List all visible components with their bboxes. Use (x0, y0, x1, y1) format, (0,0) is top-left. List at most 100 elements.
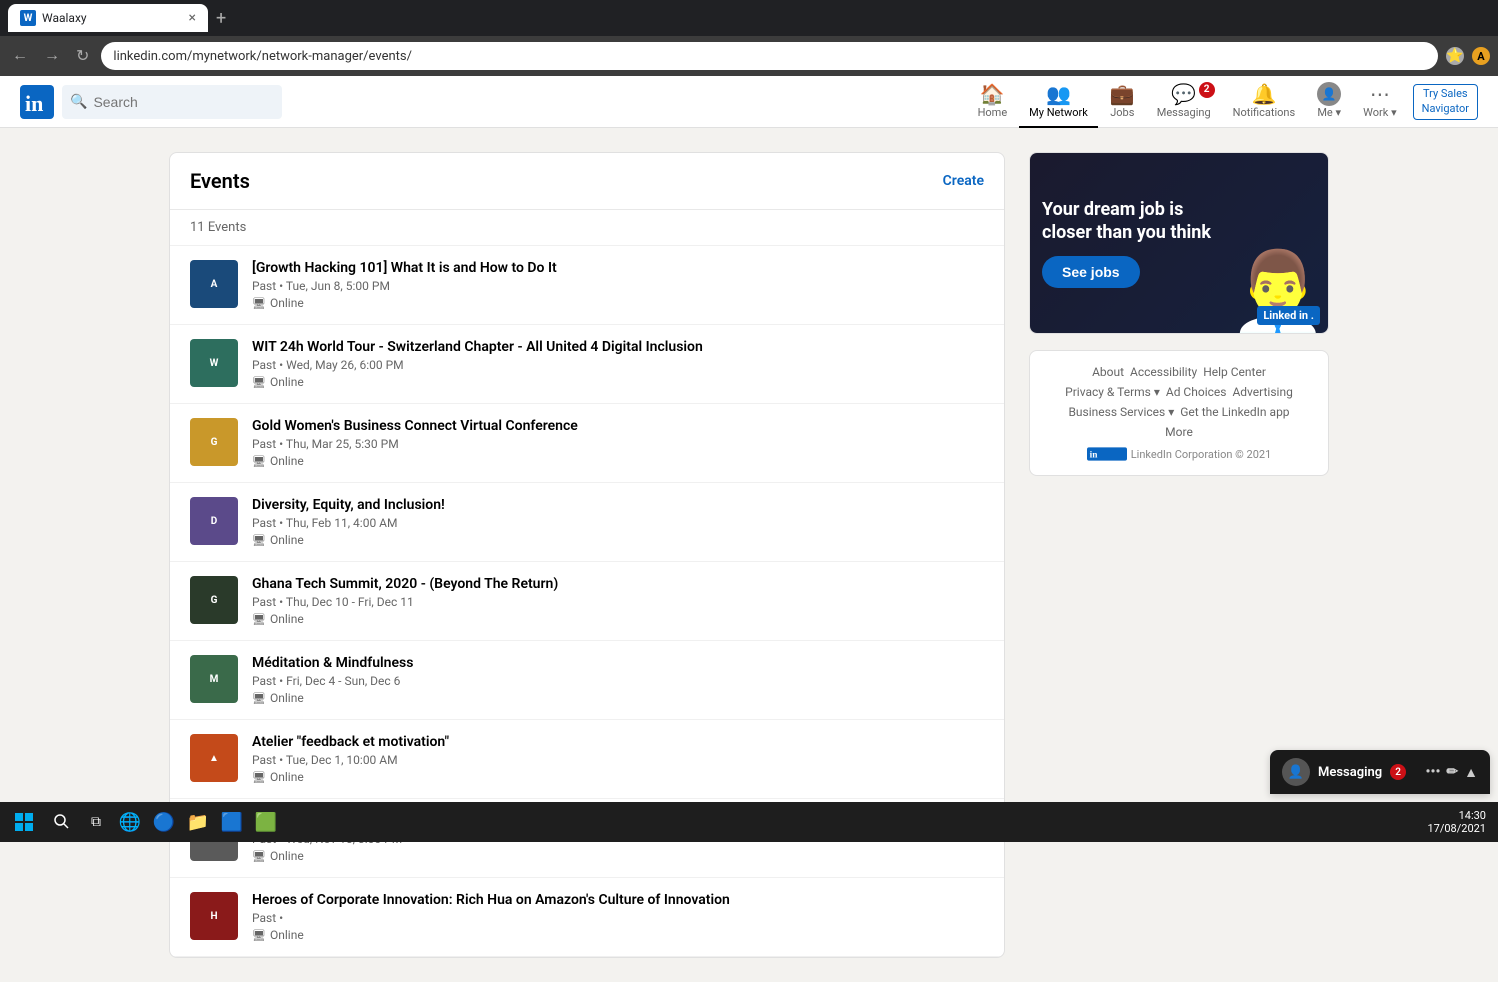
online-icon: 🖥 (252, 692, 266, 705)
event-info: Méditation & Mindfulness Past • Fri, Dec… (252, 655, 984, 705)
footer-accessibility[interactable]: Accessibility (1130, 365, 1197, 379)
nav-me[interactable]: 👤 Me ▾ (1307, 76, 1351, 128)
new-tab-button[interactable]: + (216, 8, 226, 29)
messaging-avatar: 👤 (1282, 758, 1310, 786)
footer-privacy[interactable]: Privacy & Terms ▾ (1065, 385, 1160, 399)
browser-tab[interactable]: W Waalaxy × (8, 4, 208, 32)
event-title: Diversity, Equity, and Inclusion! (252, 497, 984, 513)
ad-banner[interactable]: Your dream job is closer than you think … (1030, 153, 1328, 333)
location-text: Online (270, 454, 304, 468)
event-thumb-text: W (190, 339, 238, 387)
event-item[interactable]: G Gold Women's Business Connect Virtual … (170, 404, 1004, 483)
footer-about[interactable]: About (1092, 365, 1124, 379)
jobs-icon: 💼 (1110, 82, 1135, 106)
event-thumbnail: M (190, 655, 238, 703)
nav-jobs-label: Jobs (1110, 106, 1134, 119)
event-info: WIT 24h World Tour - Switzerland Chapter… (252, 339, 984, 389)
search-bar[interactable]: 🔍 (62, 85, 282, 119)
profile-icon[interactable]: A (1472, 47, 1490, 65)
messaging-widget-badge: 2 (1390, 764, 1406, 780)
nav-work[interactable]: ⋯ Work ▾ (1353, 76, 1406, 128)
linkedin-logo[interactable]: in (20, 85, 54, 119)
online-icon: 🖥 (252, 771, 266, 784)
nav-notifications-label: Notifications (1233, 106, 1296, 119)
notifications-icon: 🔔 (1251, 82, 1276, 106)
event-location: 🖥 Online (252, 928, 984, 942)
event-item[interactable]: W WIT 24h World Tour - Switzerland Chapt… (170, 325, 1004, 404)
footer-help-center[interactable]: Help Center (1203, 365, 1266, 379)
event-info: [Growth Hacking 101] What It is and How … (252, 260, 984, 310)
start-button[interactable] (4, 806, 44, 838)
nav-my-network-label: My Network (1029, 106, 1088, 119)
event-item[interactable]: M Méditation & Mindfulness Past • Fri, D… (170, 641, 1004, 720)
footer-business-services[interactable]: Business Services ▾ (1068, 405, 1174, 419)
taskbar-chrome[interactable]: 🌐 (114, 806, 146, 838)
footer-copyright: in LinkedIn Corporation © 2021 (1044, 447, 1314, 461)
event-date: Past • Fri, Dec 4 - Sun, Dec 6 (252, 674, 984, 688)
event-thumbnail: G (190, 418, 238, 466)
event-date: Past • (252, 911, 984, 925)
event-item[interactable]: ▲ Atelier "feedback et motivation" Past … (170, 720, 1004, 799)
location-text: Online (270, 533, 304, 547)
footer-advertising[interactable]: Advertising (1232, 385, 1292, 399)
address-bar[interactable]: linkedin.com/mynetwork/network-manager/e… (101, 42, 1438, 70)
create-event-button[interactable]: Create (943, 173, 984, 189)
try-sales-navigator[interactable]: Try SalesNavigator (1413, 84, 1478, 120)
event-thumbnail: G (190, 576, 238, 624)
event-info: Ghana Tech Summit, 2020 - (Beyond The Re… (252, 576, 984, 626)
event-thumbnail: A (190, 260, 238, 308)
event-thumb-text: H (190, 892, 238, 940)
messaging-new-button[interactable]: ✏ (1446, 764, 1458, 781)
event-thumb-text: ▲ (190, 734, 238, 782)
messaging-minimize-button[interactable]: ▲ (1464, 764, 1478, 781)
messaging-dots-button[interactable]: ••• (1426, 764, 1441, 781)
back-button[interactable]: ← (8, 43, 32, 69)
taskbar-app1[interactable]: 🟦 (216, 806, 248, 838)
footer-ad-choices[interactable]: Ad Choices (1166, 385, 1227, 399)
taskbar-task-view[interactable]: ⧉ (80, 806, 112, 838)
event-thumb-text: G (190, 576, 238, 624)
footer-get-app[interactable]: Get the LinkedIn app (1180, 405, 1289, 419)
ad-card: Your dream job is closer than you think … (1029, 152, 1329, 334)
event-item[interactable]: D Diversity, Equity, and Inclusion! Past… (170, 483, 1004, 562)
browser-chrome: W Waalaxy × + (0, 0, 1498, 36)
nav-messaging[interactable]: 💬 Messaging 2 (1147, 76, 1221, 128)
taskbar-app2[interactable]: 🟩 (250, 806, 282, 838)
close-tab-button[interactable]: × (189, 10, 196, 26)
see-jobs-button[interactable]: See jobs (1042, 256, 1140, 288)
footer-links: About Accessibility Help Center Privacy … (1029, 350, 1329, 476)
event-thumb-text: D (190, 497, 238, 545)
online-icon: 🖥 (252, 534, 266, 547)
taskbar-edge[interactable]: 🔵 (148, 806, 180, 838)
nav-my-network[interactable]: 👥 My Network (1019, 76, 1098, 128)
event-title: Méditation & Mindfulness (252, 655, 984, 671)
date-display: 17/08/2021 (1427, 822, 1486, 835)
taskbar-search[interactable] (46, 806, 78, 838)
event-thumb-text: M (190, 655, 238, 703)
event-date: Past • Thu, Feb 11, 4:00 AM (252, 516, 984, 530)
event-item[interactable]: G Ghana Tech Summit, 2020 - (Beyond The … (170, 562, 1004, 641)
nav-jobs[interactable]: 💼 Jobs (1100, 76, 1145, 128)
windows-logo (14, 812, 34, 832)
event-title: WIT 24h World Tour - Switzerland Chapter… (252, 339, 984, 355)
svg-text:in: in (1089, 450, 1098, 460)
event-date: Past • Thu, Mar 25, 5:30 PM (252, 437, 984, 451)
event-location: 🖥 Online (252, 612, 984, 626)
messaging-widget-header[interactable]: 👤 Messaging 2 ••• ✏ ▲ (1270, 750, 1490, 794)
bookmark-icon[interactable]: ⭐ (1446, 47, 1464, 65)
event-thumbnail: W (190, 339, 238, 387)
nav-notifications[interactable]: 🔔 Notifications (1223, 76, 1306, 128)
main-nav: 🏠 Home 👥 My Network 💼 Jobs 💬 Messaging 2… (968, 76, 1478, 128)
my-network-icon: 👥 (1046, 82, 1071, 106)
search-input[interactable] (93, 94, 243, 110)
footer-more[interactable]: More (1165, 425, 1193, 439)
refresh-button[interactable]: ↻ (72, 42, 93, 70)
linkedin-footer-logo: in (1087, 447, 1127, 461)
taskbar-explorer[interactable]: 📁 (182, 806, 214, 838)
forward-button[interactable]: → (40, 43, 64, 69)
nav-home[interactable]: 🏠 Home (968, 76, 1018, 128)
event-item[interactable]: A [Growth Hacking 101] What It is and Ho… (170, 246, 1004, 325)
event-date: Past • Thu, Dec 10 - Fri, Dec 11 (252, 595, 984, 609)
taskbar: ⧉ 🌐 🔵 📁 🟦 🟩 14:30 17/08/2021 (0, 802, 1498, 842)
event-item[interactable]: H Heroes of Corporate Innovation: Rich H… (170, 878, 1004, 957)
